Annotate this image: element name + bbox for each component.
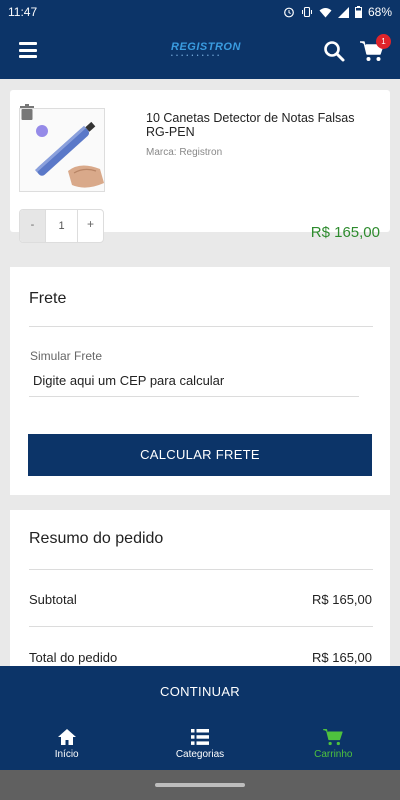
alarm-icon [284,7,294,18]
cart-item-card: 10 Canetas Detector de Notas Falsas RG-P… [10,90,390,243]
wifi-icon [319,7,332,17]
nav-item-categories[interactable]: Categorias [133,718,266,770]
freight-title: Frete [29,290,67,307]
list-icon [190,729,209,745]
battery-level: 68% [367,5,392,19]
home-gesture-handle[interactable] [155,783,245,787]
total-label: Total do pedido [29,650,118,665]
status-bar: 11:47 68% [0,0,400,24]
summary-title: Resumo do pedido [29,530,164,547]
increase-quantity-button[interactable]: + [78,210,103,242]
calculate-freight-button[interactable]: CALCULAR FRETE [28,434,372,476]
app-header: REGISTRON • • • • • • • • • • 1 [0,24,400,79]
freight-card: Frete Simular Frete CALCULAR FRETE [10,267,390,495]
status-icons: 68% [283,5,392,19]
total-value: R$ 165,00 [312,650,372,665]
continue-button[interactable]: CONTINUAR [0,666,400,718]
trash-icon[interactable] [20,104,34,120]
subtotal-label: Subtotal [29,592,77,607]
nav-label-home: Início [54,749,79,760]
simulate-freight-label: Simular Frete [30,349,103,363]
divider [29,626,373,627]
quantity-stepper: - 1 + [19,209,104,243]
order-summary-card: Resumo do pedido Subtotal R$ 165,00 Tota… [10,510,390,666]
nav-label-categories: Categorias [175,749,225,760]
divider [29,326,373,327]
product-brand: Marca: Registron [146,147,223,158]
signal-icon [337,6,349,18]
nav-item-cart[interactable]: Carrinho [267,718,400,770]
status-time: 11:47 [8,5,38,19]
decrease-quantity-button[interactable]: - [20,210,45,242]
system-gesture-bar [0,770,400,800]
divider [29,569,373,570]
product-title[interactable]: 10 Canetas Detector de Notas Falsas RG-P… [146,111,376,139]
battery-icon [354,6,362,18]
product-image[interactable] [19,108,105,192]
nav-item-home[interactable]: Início [0,718,133,770]
cart-content[interactable]: 10 Canetas Detector de Notas Falsas RG-P… [0,79,400,666]
cart-icon [323,729,343,746]
subtotal-value: R$ 165,00 [312,592,372,607]
vibrate-icon [301,6,312,18]
cart-count-badge: 1 [376,34,391,49]
quantity-value[interactable]: 1 [45,210,78,242]
bottom-navigation: Início Categorias Carrinho [0,718,400,770]
cep-input[interactable] [29,365,359,397]
menu-icon[interactable] [19,42,37,58]
brand-logo[interactable]: REGISTRON • • • • • • • • • • [171,41,241,61]
nav-label-cart: Carrinho [314,749,353,760]
product-price: R$ 165,00 [310,224,380,241]
logo-text: REGISTRON [171,41,241,53]
home-icon [57,729,76,745]
search-icon[interactable] [322,39,346,63]
